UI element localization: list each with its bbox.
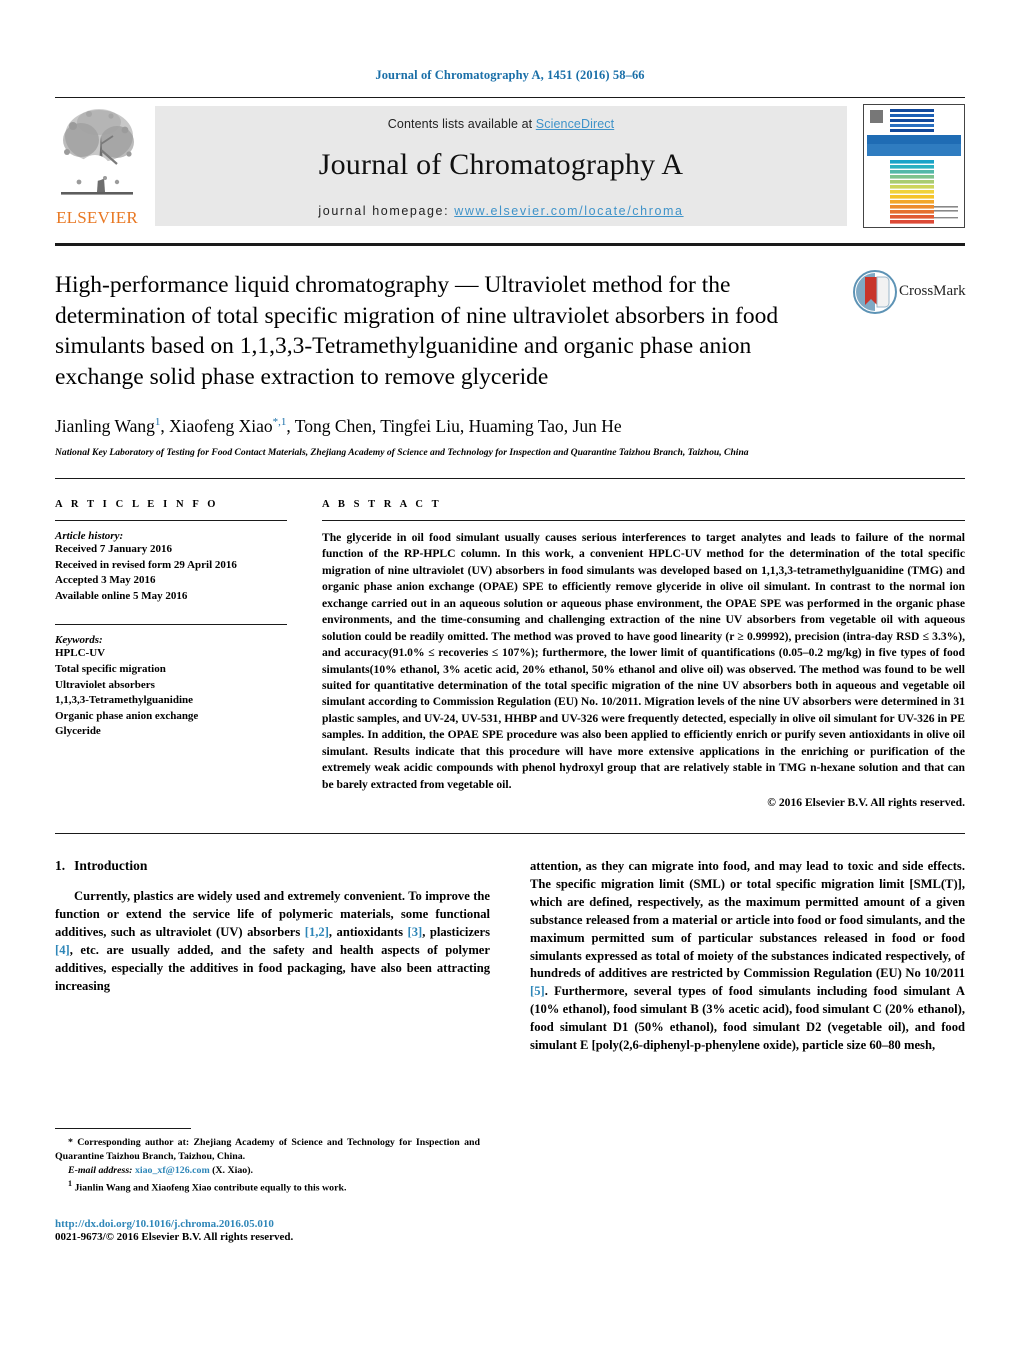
contents-prefix: Contents lists available at — [387, 117, 536, 131]
page-title: High-performance liquid chromatography —… — [55, 272, 779, 390]
footnotes: * Corresponding author at: Zhejiang Acad… — [55, 1128, 480, 1243]
abstract-bottom-rule — [55, 833, 965, 835]
article-history-item: Received 7 January 2016 — [55, 542, 173, 555]
footnote-equal-contribution: 1 Jianlin Wang and Xiaofeng Xiao contrib… — [68, 1179, 347, 1194]
running-head-rule — [55, 97, 965, 98]
abstract-column: A B S T R A C T The glyceride in oil foo… — [315, 499, 965, 809]
abstract-rule — [322, 519, 965, 521]
running-head: Journal of Chromatography A, 1451 (2016)… — [375, 68, 645, 82]
keyword-item: Organic phase anion exchange — [55, 709, 199, 722]
article-history-item: Received in revised form 29 April 2016 — [55, 558, 237, 571]
keyword-item: Total specific migration — [55, 662, 166, 675]
footnote-corresponding-author: * Corresponding author at: Zhejiang Acad… — [55, 1137, 480, 1163]
body-columns: 1. Introduction Currently, plastics are w… — [55, 858, 965, 1055]
footnote-email: E-mail address: xiao_xf@126.com (X. Xiao… — [68, 1165, 254, 1177]
keyword-item: Ultraviolet absorbers — [55, 678, 155, 691]
contents-list-line: Contents lists available at ScienceDirec… — [155, 106, 847, 131]
keywords-rule — [55, 624, 287, 626]
info-abstract-columns: A R T I C L E I N F O Article history: R… — [55, 499, 965, 809]
abstract-copyright: © 2016 Elsevier B.V. All rights reserved… — [767, 796, 965, 810]
journal-homepage-link[interactable]: www.elsevier.com/locate/chroma — [454, 204, 683, 218]
doi-link[interactable]: http://dx.doi.org/10.1016/j.chroma.2016.… — [55, 1218, 480, 1230]
elsevier-logo: ELSEVIER — [55, 106, 139, 228]
section-number: 1. — [55, 858, 66, 874]
article-history-item: Accepted 3 May 2016 — [55, 574, 156, 587]
article-first-page: Journal of Chromatography A, 1451 (2016)… — [0, 0, 1020, 1351]
affiliation: National Key Laboratory of Testing for F… — [55, 447, 749, 458]
journal-cover-thumbnail — [863, 104, 965, 228]
keywords-block: Keywords: HPLC-UV Total specific migrati… — [55, 634, 287, 740]
article-info-heading: A R T I C L E I N F O — [55, 498, 219, 510]
doi-block: http://dx.doi.org/10.1016/j.chroma.2016.… — [55, 1218, 480, 1243]
keyword-item: Glyceride — [55, 725, 101, 738]
section-label: Introduction — [74, 858, 148, 874]
banner-bottom-rule — [55, 243, 965, 246]
abstract-heading: A B S T R A C T — [322, 498, 442, 510]
article-history-item: Available online 5 May 2016 — [55, 589, 188, 602]
author-list: Jianling Wang1, Xiaofeng Xiao*,1, Tong C… — [55, 416, 622, 436]
authors-bottom-rule — [55, 477, 965, 479]
keyword-item: HPLC-UV — [55, 647, 106, 660]
crossmark-label: CrossMark — [899, 283, 966, 299]
keywords-label: Keywords: — [55, 634, 103, 647]
crossmark-badge[interactable]: CrossMark — [853, 270, 966, 322]
banner-box: Contents lists available at ScienceDirec… — [155, 106, 847, 226]
intro-paragraph-left: Currently, plastics are widely used and … — [55, 889, 490, 993]
elsevier-wordmark: ELSEVIER — [56, 208, 138, 227]
issn-copyright: 0021-9673/© 2016 Elsevier B.V. All right… — [55, 1230, 294, 1243]
body-column-left: 1. Introduction Currently, plastics are w… — [55, 858, 490, 1055]
abstract-text: The glyceride in oil food simulant usual… — [322, 530, 965, 791]
section-heading-introduction: 1. Introduction — [55, 858, 490, 874]
journal-title: Journal of Chromatography A — [318, 148, 684, 181]
crossmark-icon — [853, 270, 897, 314]
journal-banner: ELSEVIER Contents lists available at Sci… — [55, 104, 965, 232]
article-info-rule — [55, 519, 287, 521]
journal-homepage-line: journal homepage: www.elsevier.com/locat… — [155, 204, 847, 218]
sciencedirect-link[interactable]: ScienceDirect — [536, 117, 614, 131]
title-block: High-performance liquid chromatography —… — [55, 270, 966, 398]
intro-paragraph-right: attention, as they can migrate into food… — [530, 859, 965, 1052]
article-history-label: Article history: — [55, 529, 124, 542]
body-column-right: attention, as they can migrate into food… — [530, 858, 965, 1055]
footnote-rule — [55, 1128, 191, 1129]
article-info-column: A R T I C L E I N F O Article history: R… — [55, 499, 315, 809]
keyword-item: 1,1,3,3-Tetramethylguanidine — [55, 694, 194, 707]
homepage-prefix: journal homepage: — [318, 204, 455, 218]
elsevier-tree-icon — [55, 106, 139, 204]
